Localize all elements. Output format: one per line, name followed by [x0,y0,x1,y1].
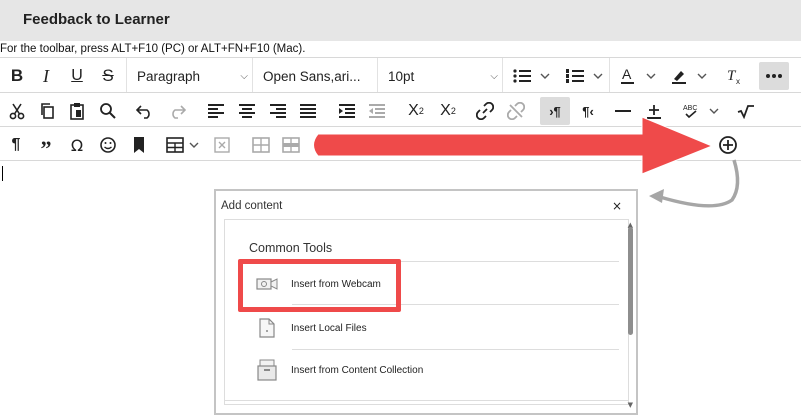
item-divider [292,349,619,350]
insert-from-content-collection-item[interactable]: Insert from Content Collection [256,359,423,381]
insert-local-files-item[interactable]: Insert Local Files [256,317,367,339]
dialog-title: Add content [221,200,283,212]
scrollbar-thumb[interactable] [628,227,633,335]
item-label: Insert from Content Collection [291,364,424,376]
item-label: Insert Local Files [291,322,367,334]
scroll-down-icon[interactable]: ▼ [628,401,633,409]
curved-gray-arrow [649,159,740,208]
webcam-highlight-box [238,259,401,312]
section-heading: Common Tools [249,241,333,255]
bottom-divider [225,400,628,401]
file-icon [256,317,278,339]
content-collection-icon [256,359,278,381]
red-arrow [313,116,714,175]
close-icon[interactable]: × [612,199,622,213]
